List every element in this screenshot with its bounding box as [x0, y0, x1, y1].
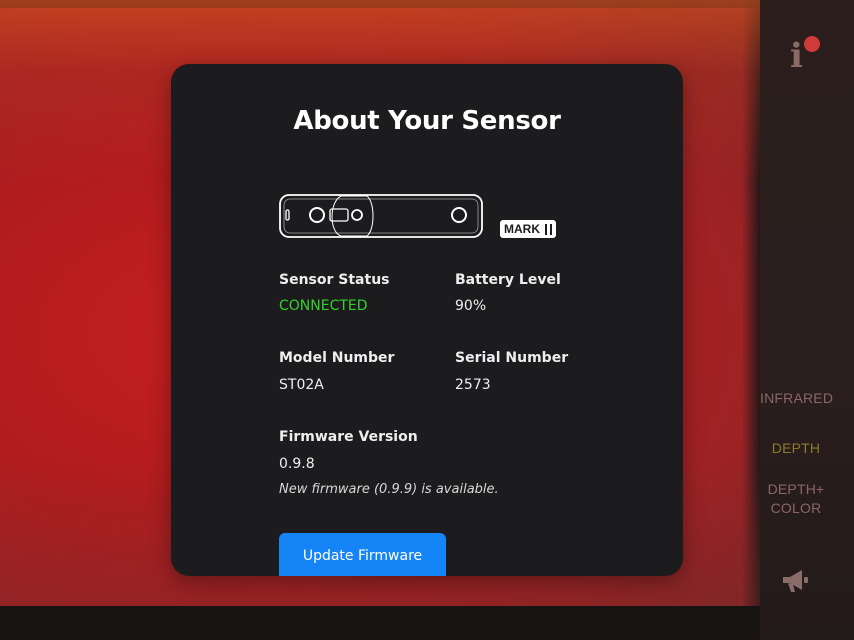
megaphone-icon: [783, 570, 808, 592]
update-firmware-button[interactable]: Update Firmware: [279, 533, 446, 576]
mode-sidebar: [760, 0, 854, 640]
sensor-status-value: CONNECTED: [279, 298, 368, 314]
megaphone-button[interactable]: [780, 566, 812, 596]
battery-level-label: Battery Level: [455, 272, 561, 288]
roman-two-icon: [545, 223, 552, 235]
info-icon: i: [790, 36, 803, 76]
mode-depth-color[interactable]: DEPTH+ COLOR: [760, 480, 832, 518]
sensor-status-label: Sensor Status: [279, 272, 390, 288]
firmware-version-value: 0.9.8: [279, 456, 315, 472]
serial-number-value: 2573: [455, 377, 491, 393]
notification-dot: [804, 36, 820, 52]
info-button[interactable]: i: [784, 36, 824, 76]
bottom-strip: [0, 606, 854, 640]
firmware-version-label: Firmware Version: [279, 429, 418, 445]
model-number-label: Model Number: [279, 350, 395, 366]
mode-infrared[interactable]: INFRARED: [760, 389, 833, 408]
battery-level-value: 90%: [455, 298, 487, 314]
sensor-device-icon: [279, 194, 483, 238]
feed-right-edge: [742, 0, 760, 606]
dialog-title: About Your Sensor: [293, 106, 561, 136]
firmware-update-note: New firmware (0.9.9) is available.: [279, 482, 499, 497]
mark-badge-text: MARK: [504, 222, 540, 236]
model-number-value: ST02A: [279, 377, 324, 393]
mark-ii-badge: MARK: [500, 220, 556, 238]
feed-top-edge: [0, 0, 760, 8]
mode-depth[interactable]: DEPTH: [760, 439, 832, 458]
about-sensor-dialog: About Your Sensor MARK Sensor Status CON…: [171, 64, 683, 576]
serial-number-label: Serial Number: [455, 350, 569, 366]
